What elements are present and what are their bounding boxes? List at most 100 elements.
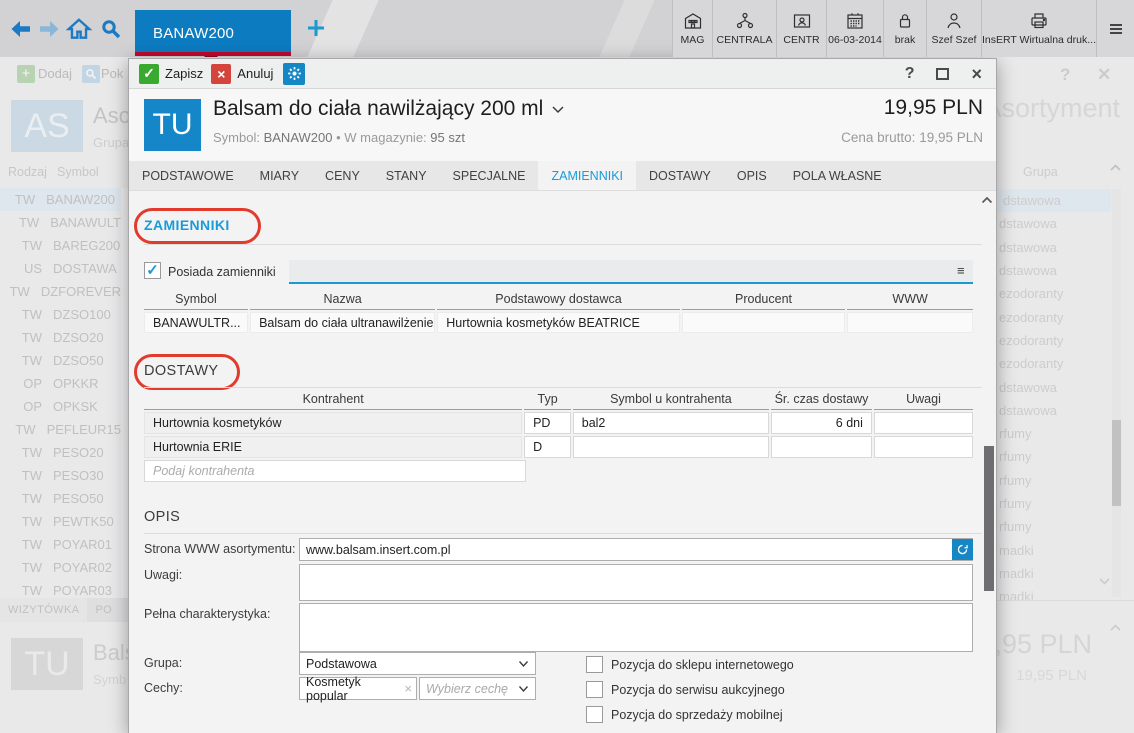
- bg-product-row: TWPOYAR01: [0, 533, 121, 556]
- table-cell[interactable]: Hurtownia kosmetyków BEATRICE: [437, 312, 680, 333]
- status-item-brak[interactable]: brak: [883, 0, 926, 57]
- status-item-insert-wirtualna-druk-[interactable]: InsERT Wirtualna druk...: [981, 0, 1096, 57]
- tab-zamienniki[interactable]: ZAMIENNIKI: [538, 161, 636, 190]
- www-input[interactable]: [299, 538, 973, 561]
- maximize-icon[interactable]: [936, 68, 949, 80]
- table-cell[interactable]: Balsam do ciała ultranawilżenie...: [250, 312, 435, 333]
- bg-col-symbol: Symbol: [57, 165, 99, 179]
- forward-button[interactable]: [36, 16, 62, 42]
- back-button[interactable]: [8, 16, 34, 42]
- bg-card-title: Bals: [93, 640, 128, 666]
- table-cell[interactable]: PD: [524, 412, 571, 434]
- document-tab[interactable]: BANAW200: [135, 10, 291, 56]
- scroll-up-icon[interactable]: [980, 195, 994, 205]
- home-button[interactable]: [66, 16, 92, 42]
- cecha-tag[interactable]: Kosmetyk popular ×: [299, 677, 417, 700]
- column-header[interactable]: Śr. czas dostawy: [771, 391, 872, 410]
- zamiennik-search-input[interactable]: [289, 260, 973, 284]
- bg-rodzaj-cell: TW: [0, 445, 42, 460]
- grupa-select[interactable]: Podstawowa: [299, 652, 536, 675]
- table-cell[interactable]: bal2: [573, 412, 769, 434]
- table-cell[interactable]: 6 dni: [771, 412, 872, 434]
- modal-scrollbar-thumb[interactable]: [984, 446, 994, 591]
- new-row-placeholder-cell[interactable]: Podaj kontrahenta: [144, 460, 526, 482]
- table-cell[interactable]: D: [524, 436, 571, 458]
- column-header[interactable]: WWW: [847, 291, 973, 310]
- bg-rodzaj-cell: TW: [0, 330, 42, 345]
- tab-miary[interactable]: MIARY: [247, 161, 312, 190]
- bg-rodzaj-cell: OP: [0, 376, 42, 391]
- close-icon[interactable]: ×: [971, 65, 982, 83]
- tab-specjalne[interactable]: SPECJALNE: [440, 161, 539, 190]
- tab-dostawy[interactable]: DOSTAWY: [636, 161, 724, 190]
- product-avatar: TU: [144, 99, 201, 151]
- uwagi-textarea[interactable]: [299, 564, 973, 601]
- check-icon: ✓: [139, 64, 159, 84]
- status-item-centrala[interactable]: CENTRALA: [712, 0, 776, 57]
- uwagi-label: Uwagi:: [144, 568, 182, 582]
- table-cell[interactable]: Hurtownia ERIE: [144, 436, 522, 458]
- column-header[interactable]: Symbol: [144, 291, 248, 310]
- remove-tag-icon[interactable]: ×: [404, 681, 412, 696]
- printer-icon: [1029, 11, 1049, 31]
- tab-stany[interactable]: STANY: [373, 161, 440, 190]
- calendar-icon: [845, 11, 865, 31]
- bg-rodzaj-cell: TW: [0, 307, 42, 322]
- table-cell[interactable]: [771, 436, 872, 458]
- menu-button[interactable]: [1096, 0, 1134, 57]
- product-title[interactable]: Balsam do ciała nawilżający 200 ml: [213, 97, 565, 121]
- bg-grupa-row: dstawowa: [997, 375, 1111, 398]
- table-cell[interactable]: [847, 312, 973, 333]
- new-tab-button[interactable]: [303, 15, 329, 41]
- search-icon: [82, 65, 100, 83]
- bg-product-row: OP OPKKR: [0, 372, 121, 395]
- settings-button[interactable]: [283, 63, 305, 85]
- status-item-06-03-2014[interactable]: 06-03-2014: [826, 0, 883, 57]
- cechy-label: Cechy:: [144, 681, 183, 695]
- tab-podstawowe[interactable]: PODSTAWOWE: [129, 161, 247, 190]
- open-url-button[interactable]: [952, 539, 973, 560]
- cancel-button[interactable]: × Anuluj: [211, 64, 273, 84]
- charakterystyka-textarea[interactable]: [299, 603, 973, 652]
- bg-add-button: Dodaj: [38, 66, 72, 81]
- table-cell[interactable]: [874, 436, 973, 458]
- save-button[interactable]: ✓ Zapisz: [139, 64, 203, 84]
- checkbox-pozycja-do-serwisu-aukcyjnego[interactable]: [586, 681, 603, 698]
- table-row[interactable]: BANAWULTR...Balsam do ciała ultranawilże…: [144, 312, 973, 333]
- table-placeholder-row[interactable]: Podaj kontrahenta: [144, 460, 973, 482]
- cecha-select[interactable]: Wybierz cechę: [419, 677, 536, 700]
- table-row[interactable]: Hurtownia ERIED: [144, 436, 973, 458]
- column-header[interactable]: Symbol u kontrahenta: [573, 391, 769, 410]
- tab-ceny[interactable]: CENY: [312, 161, 373, 190]
- table-cell[interactable]: BANAWULTR...: [144, 312, 248, 333]
- column-header[interactable]: Kontrahent: [144, 391, 522, 410]
- bg-symbol-cell: OPKKR: [53, 376, 99, 391]
- table-cell[interactable]: [874, 412, 973, 434]
- column-header[interactable]: Nazwa: [250, 291, 435, 310]
- list-icon[interactable]: ≡: [957, 263, 965, 278]
- table-cell[interactable]: [682, 312, 845, 333]
- table-row[interactable]: Hurtownia kosmetykówPDbal26 dni: [144, 412, 973, 434]
- bg-grupa-row: madki: [997, 562, 1111, 585]
- column-header[interactable]: Producent: [682, 291, 845, 310]
- checkbox-pozycja-do-sklepu-internetowego[interactable]: [586, 656, 603, 673]
- search-button[interactable]: [98, 16, 124, 42]
- opis-heading: OPIS: [144, 509, 180, 525]
- bg-rodzaj-cell: TW: [0, 491, 42, 506]
- status-item-centr[interactable]: CENTR: [776, 0, 826, 57]
- section-divider: [144, 533, 982, 534]
- tab-pola-własne[interactable]: POLA WŁASNE: [780, 161, 895, 190]
- table-cell[interactable]: [573, 436, 769, 458]
- column-header[interactable]: Uwagi: [874, 391, 973, 410]
- status-item-szef-szef[interactable]: Szef Szef: [926, 0, 981, 57]
- bg-left-panel: + Dodaj Pok AS Aso Grupa: Rodzaj Symbol …: [0, 57, 128, 733]
- table-cell[interactable]: Hurtownia kosmetyków: [144, 412, 522, 434]
- column-header[interactable]: Typ: [524, 391, 571, 410]
- help-icon[interactable]: ?: [905, 66, 915, 82]
- posiada-zamienniki-checkbox[interactable]: ✓: [144, 262, 161, 279]
- status-item-mag[interactable]: MAG: [672, 0, 712, 57]
- refresh-icon: [956, 543, 969, 556]
- checkbox-pozycja-do-sprzedaży-mobilnej[interactable]: [586, 706, 603, 723]
- tab-opis[interactable]: OPIS: [724, 161, 780, 190]
- column-header[interactable]: Podstawowy dostawca: [437, 291, 680, 310]
